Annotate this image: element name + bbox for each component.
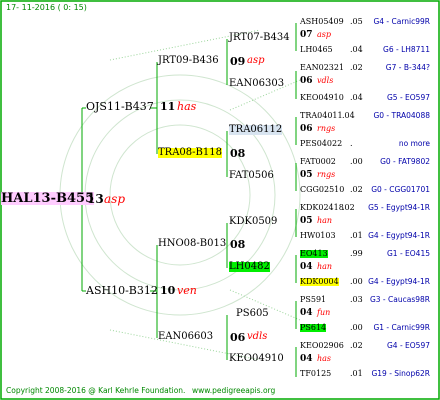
gen1-sire-name[interactable]: OJS11-B437 [86,101,154,112]
gen4-9-name[interactable]: KDK02418 [300,204,344,212]
gen3-1-name[interactable]: JRT07-B434 [229,33,290,43]
gen4-1-value: .05 [350,17,363,26]
gen4-13-name[interactable]: PS591 [300,296,326,304]
gen4-15-affiliation: has [317,354,332,363]
gen2-3-number: 08 [230,238,246,251]
gen4-10-name[interactable]: HW0103 [300,232,336,240]
pedigree-frame: 17- 11-2016 ( 0: 15) HAL13-B455 13 asp O… [0,0,440,400]
gen4-7-location: G0 - FAT9802 [380,157,430,166]
gen4-13-affiliation: fun [317,308,331,317]
gen4-16-location: G19 - Sinop62R [371,369,430,378]
gen4-11-affiliation: han [317,262,333,271]
gen1-sire-number: 11 [160,100,176,113]
gen4-10-location: G4 - Egypt94-1R [368,231,430,240]
footer-url[interactable]: www.pedigreeapis.org [192,387,275,395]
gen4-9-number: 05 [300,216,313,226]
gen4-3-name[interactable]: EAN02321 [300,64,344,72]
gen1-sire-affiliation: has [177,100,197,113]
gen4-14-location: G1 - Carnic99R [373,323,430,332]
gen4-4-name[interactable]: KEO04910 [300,94,344,102]
gen4-8-location: G0 - CGG01701 [371,185,430,194]
gen4-1-number: 07 [300,30,313,40]
gen4-1-name[interactable]: ASH05409 [300,18,344,26]
gen4-11-number: 04 [300,262,313,272]
gen4-11-value: .99 [350,249,363,258]
gen4-12-location: G4 - Egypt94-1R [368,277,430,286]
gen4-4-value: .04 [350,93,363,102]
gen3-3-name[interactable]: TRA06112 [229,125,283,135]
gen4-5-name[interactable]: TRA04011 [300,112,343,120]
gen2-1-number: 09 [230,55,246,68]
root-number: 13 [87,192,104,206]
gen4-3-affiliation: vdls [317,76,334,85]
gen4-6-location: no more [398,139,430,148]
gen3-7-name[interactable]: PS605 [236,309,269,319]
gen4-2-value: .04 [350,45,363,54]
gen4-15-number: 04 [300,354,313,364]
gen3-5-name[interactable]: KDK0509 [229,217,277,227]
gen4-8-value: .02 [350,185,363,194]
gen2-4-affiliation: vdls [247,331,268,342]
gen2-2-number: 08 [230,147,246,160]
gen4-5-number: 06 [300,124,313,134]
gen4-16-value: .01 [350,369,363,378]
gen3-8-name[interactable]: KEO04910 [229,354,284,364]
gen4-6-name[interactable]: PES04022 [300,140,342,148]
gen1-dam-number: 10 [160,284,176,297]
gen4-6-value: . [350,139,353,148]
gen1-dam-affiliation: ven [177,284,197,297]
footer-copyright: Copyright 2008-2016 @ Karl Kehrle Founda… [6,386,186,395]
gen2-1-affiliation: asp [247,55,265,66]
gen4-4-location: G5 - EO597 [386,93,430,102]
gen4-14-value: .00 [350,323,363,332]
gen4-3-number: 06 [300,76,313,86]
gen4-9-affiliation: han [317,216,333,225]
gen4-8-name[interactable]: CGG02510 [300,186,344,194]
gen4-1-affiliation: asp [317,30,331,39]
gen4-9-location: G5 - Egypt94-1R [368,203,430,212]
root-name[interactable]: HAL13-B455 [1,192,95,205]
gen4-15-location: G4 - EO597 [386,341,430,350]
gen2-4-name[interactable]: EAN06603 [158,332,213,342]
gen4-9-value: .02 [342,203,355,212]
gen4-10-value: .01 [350,231,363,240]
gen3-6-name[interactable]: LH0482 [229,262,270,272]
gen4-13-number: 04 [300,308,313,318]
root-affiliation: asp [104,192,125,206]
gen4-16-name[interactable]: TF0125 [300,370,331,378]
gen4-1-location: G4 - Carnic99R [373,17,430,26]
gen4-7-affiliation: rngs [317,170,336,179]
gen4-15-name[interactable]: KEO02906 [300,342,344,350]
gen4-11-location: G1 - EO415 [386,249,430,258]
gen4-7-name[interactable]: FAT0002 [300,158,336,166]
gen4-2-name[interactable]: LH0465 [300,46,333,54]
gen2-4-number: 06 [230,331,246,344]
gen2-1-name[interactable]: JRT09-B436 [158,56,219,66]
gen4-5-location: G0 - TRA04088 [373,111,430,120]
gen4-7-number: 05 [300,170,313,180]
gen4-5-value: .04 [342,111,355,120]
gen4-13-location: G3 - Caucas98R [369,295,430,304]
gen4-14-name[interactable]: PS614 [300,324,327,332]
gen4-2-location: G6 - LH8711 [383,45,430,54]
gen4-5-affiliation: rngs [317,124,336,133]
gen3-4-name[interactable]: FAT0506 [229,171,274,181]
gen4-11-name[interactable]: EO413 [300,250,328,258]
gen1-dam-name[interactable]: ASH10-B312 [86,285,158,296]
report-date: 17- 11-2016 ( 0: 15) [6,3,87,12]
gen4-13-value: .03 [350,295,363,304]
gen4-7-value: .00 [350,157,363,166]
gen4-3-location: G7 - B-344? [385,63,430,72]
gen3-2-name[interactable]: EAN06303 [229,79,284,89]
gen4-12-value: .00 [350,277,363,286]
gen2-3-name[interactable]: HNO08-B013 [158,239,226,249]
gen2-2-name[interactable]: TRA08-B118 [158,148,222,158]
gen4-3-value: .02 [350,63,363,72]
gen4-15-value: .02 [350,341,363,350]
gen4-12-name[interactable]: KDK0004 [300,278,339,286]
